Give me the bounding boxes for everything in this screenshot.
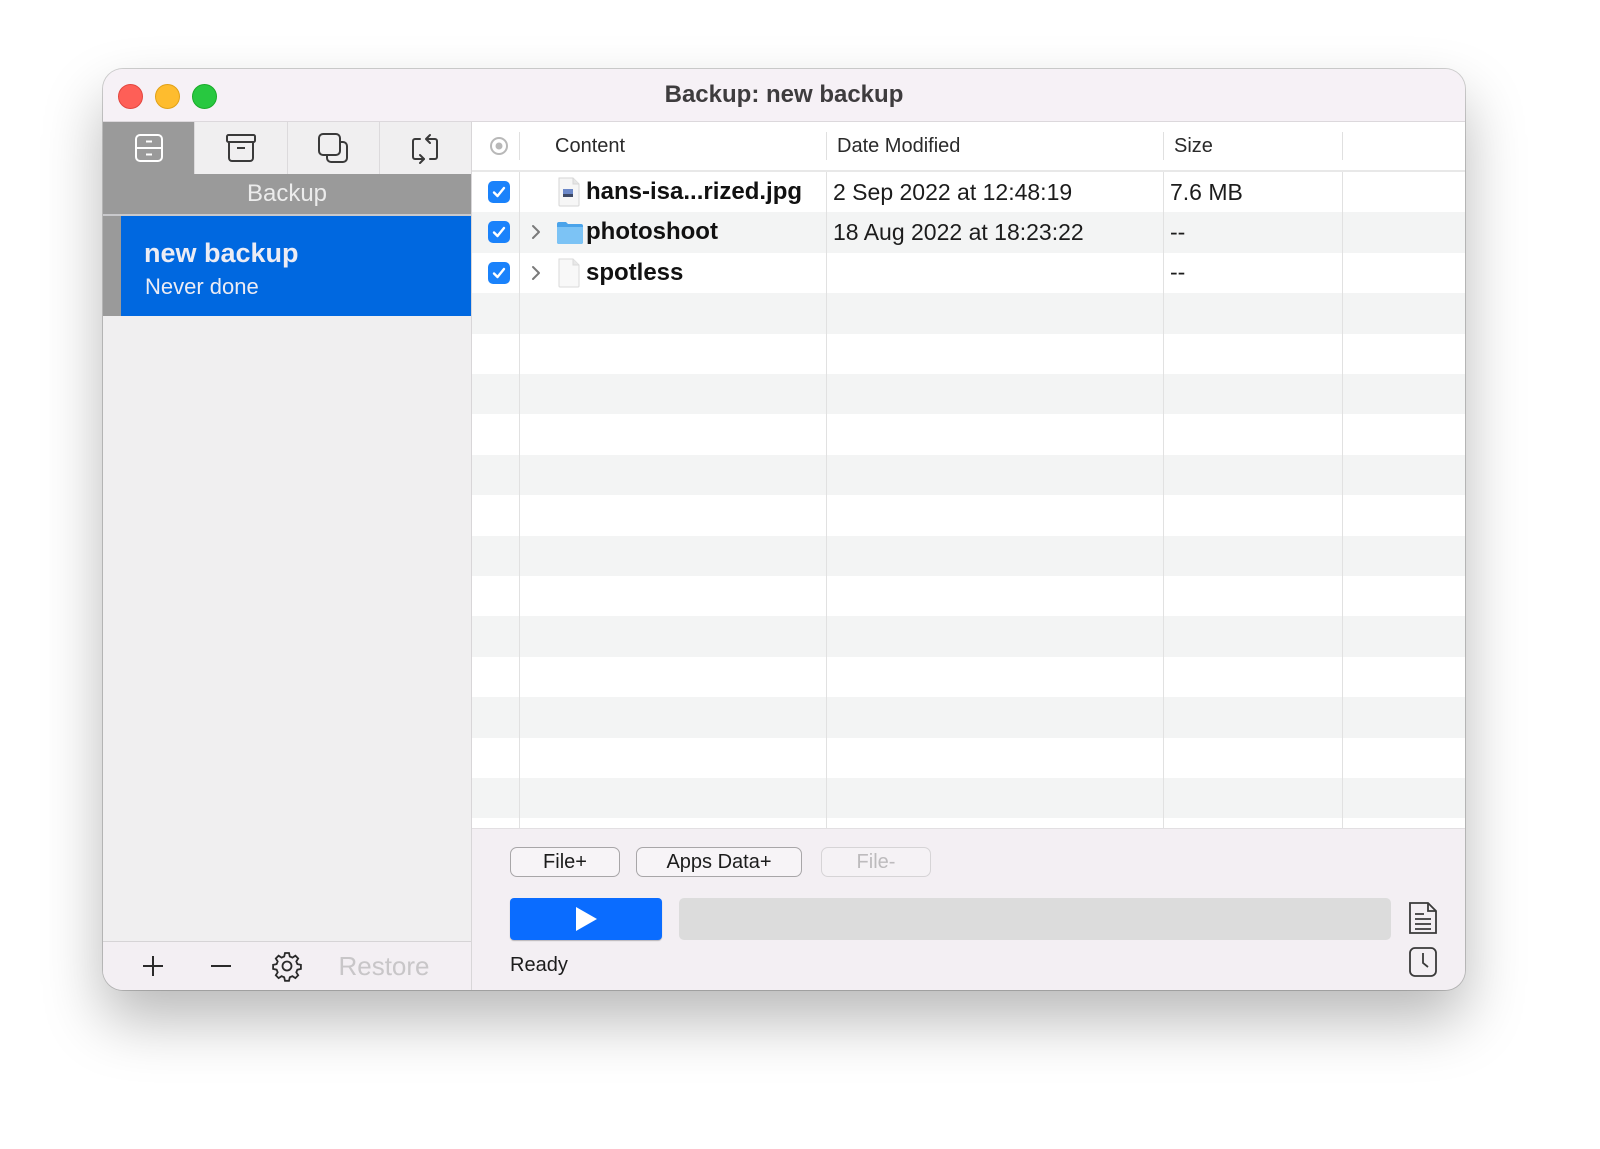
remove-backup-button[interactable] bbox=[203, 948, 239, 984]
backup-list-item[interactable]: new backup Never done bbox=[103, 216, 471, 316]
remove-file-button[interactable]: File- bbox=[821, 847, 931, 877]
empty-row bbox=[472, 374, 1465, 415]
row-name: spotless bbox=[586, 258, 684, 286]
chevron-right-icon[interactable] bbox=[527, 220, 545, 244]
tab-backup[interactable] bbox=[103, 122, 196, 174]
column-divider bbox=[1342, 172, 1343, 828]
gear-icon bbox=[272, 952, 302, 982]
progress-bar bbox=[679, 898, 1391, 940]
backup-list-item-selection: new backup Never done bbox=[121, 216, 471, 316]
column-separator bbox=[519, 132, 520, 160]
row-name: hans-isa...rized.jpg bbox=[586, 178, 803, 205]
folder-icon bbox=[557, 222, 583, 245]
row-checkbox[interactable] bbox=[488, 181, 510, 203]
section-header: Backup bbox=[103, 174, 471, 216]
cabinet-icon bbox=[134, 134, 163, 162]
settings-button[interactable] bbox=[269, 948, 305, 984]
status-text: Ready bbox=[510, 954, 568, 976]
blank-file-icon bbox=[558, 258, 580, 288]
checkmark-icon bbox=[492, 267, 506, 278]
column-header-date-modified[interactable]: Date Modified bbox=[837, 122, 960, 170]
row-checkbox[interactable] bbox=[488, 261, 510, 284]
empty-row bbox=[472, 818, 1465, 828]
archive-box-icon bbox=[225, 134, 256, 162]
restore-button[interactable]: Restore bbox=[337, 948, 431, 984]
content-table: Content Date Modified Size hans-isa...ri… bbox=[472, 122, 1465, 828]
table-header: Content Date Modified Size bbox=[472, 122, 1465, 172]
minus-icon bbox=[211, 965, 231, 967]
action-panel: File+ Apps Data+ File- Ready bbox=[472, 828, 1465, 990]
row-size: 7.6 MB bbox=[1170, 178, 1243, 205]
app-window: Backup: new backup Backup new backup Nev… bbox=[103, 69, 1465, 990]
empty-row bbox=[472, 697, 1465, 738]
empty-row bbox=[472, 576, 1465, 616]
column-header-content[interactable]: Content bbox=[555, 122, 625, 170]
empty-row bbox=[472, 535, 1465, 576]
sidebar-tabs bbox=[103, 122, 471, 174]
column-divider bbox=[519, 172, 520, 828]
row-date-modified: 18 Aug 2022 at 18:23:22 bbox=[833, 218, 1084, 245]
tab-clone[interactable] bbox=[287, 122, 380, 174]
row-size: -- bbox=[1170, 259, 1186, 286]
table-body: hans-isa...rized.jpg 2 Sep 2022 at 12:48… bbox=[472, 172, 1465, 828]
backup-name: new backup bbox=[144, 238, 299, 268]
document-lines-icon[interactable] bbox=[1407, 901, 1439, 935]
column-separator bbox=[826, 132, 827, 160]
row-size: -- bbox=[1170, 218, 1186, 245]
column-divider bbox=[826, 172, 827, 828]
table-row[interactable]: spotless -- bbox=[472, 253, 1465, 293]
backup-status: Never done bbox=[145, 274, 259, 299]
empty-row bbox=[472, 738, 1465, 778]
radio-indicator-icon bbox=[490, 137, 508, 155]
empty-row bbox=[472, 495, 1465, 535]
sidebar-footer: Restore bbox=[103, 941, 471, 990]
run-backup-button[interactable] bbox=[510, 898, 662, 940]
empty-row bbox=[472, 454, 1465, 496]
table-row[interactable]: hans-isa...rized.jpg 2 Sep 2022 at 12:48… bbox=[472, 172, 1465, 212]
clock-icon[interactable] bbox=[1407, 945, 1439, 979]
title-bar: Backup: new backup bbox=[103, 69, 1465, 122]
empty-row bbox=[472, 616, 1465, 657]
window-title: Backup: new backup bbox=[664, 81, 904, 108]
empty-row bbox=[472, 334, 1465, 374]
tab-sync[interactable] bbox=[379, 122, 471, 174]
column-divider bbox=[1163, 172, 1164, 828]
status-column-header[interactable] bbox=[489, 122, 509, 170]
checkmark-icon bbox=[492, 227, 506, 238]
table-row[interactable]: photoshoot 18 Aug 2022 at 18:23:22 -- bbox=[472, 212, 1465, 253]
image-file-icon bbox=[558, 177, 580, 207]
play-icon bbox=[576, 907, 597, 931]
empty-row bbox=[472, 414, 1465, 454]
sidebar: Backup new backup Never done Restore bbox=[103, 122, 472, 990]
row-name: photoshoot bbox=[586, 218, 718, 246]
row-checkbox[interactable] bbox=[488, 221, 510, 244]
sync-arrows-icon bbox=[412, 134, 439, 164]
column-separator bbox=[1163, 132, 1164, 160]
tab-archive[interactable] bbox=[195, 122, 288, 174]
add-apps-data-button[interactable]: Apps Data+ bbox=[636, 847, 802, 877]
add-file-button[interactable]: File+ bbox=[510, 847, 620, 877]
add-backup-button[interactable] bbox=[135, 948, 171, 984]
plus-icon bbox=[143, 956, 163, 976]
checkmark-icon bbox=[492, 186, 506, 198]
column-header-size[interactable]: Size bbox=[1174, 122, 1213, 170]
chevron-right-icon[interactable] bbox=[527, 261, 545, 285]
empty-row bbox=[472, 293, 1465, 334]
column-separator bbox=[1342, 132, 1343, 160]
empty-row bbox=[472, 657, 1465, 697]
empty-row bbox=[472, 778, 1465, 819]
copy-squares-icon bbox=[318, 133, 349, 163]
row-date-modified: 2 Sep 2022 at 12:48:19 bbox=[833, 178, 1073, 205]
